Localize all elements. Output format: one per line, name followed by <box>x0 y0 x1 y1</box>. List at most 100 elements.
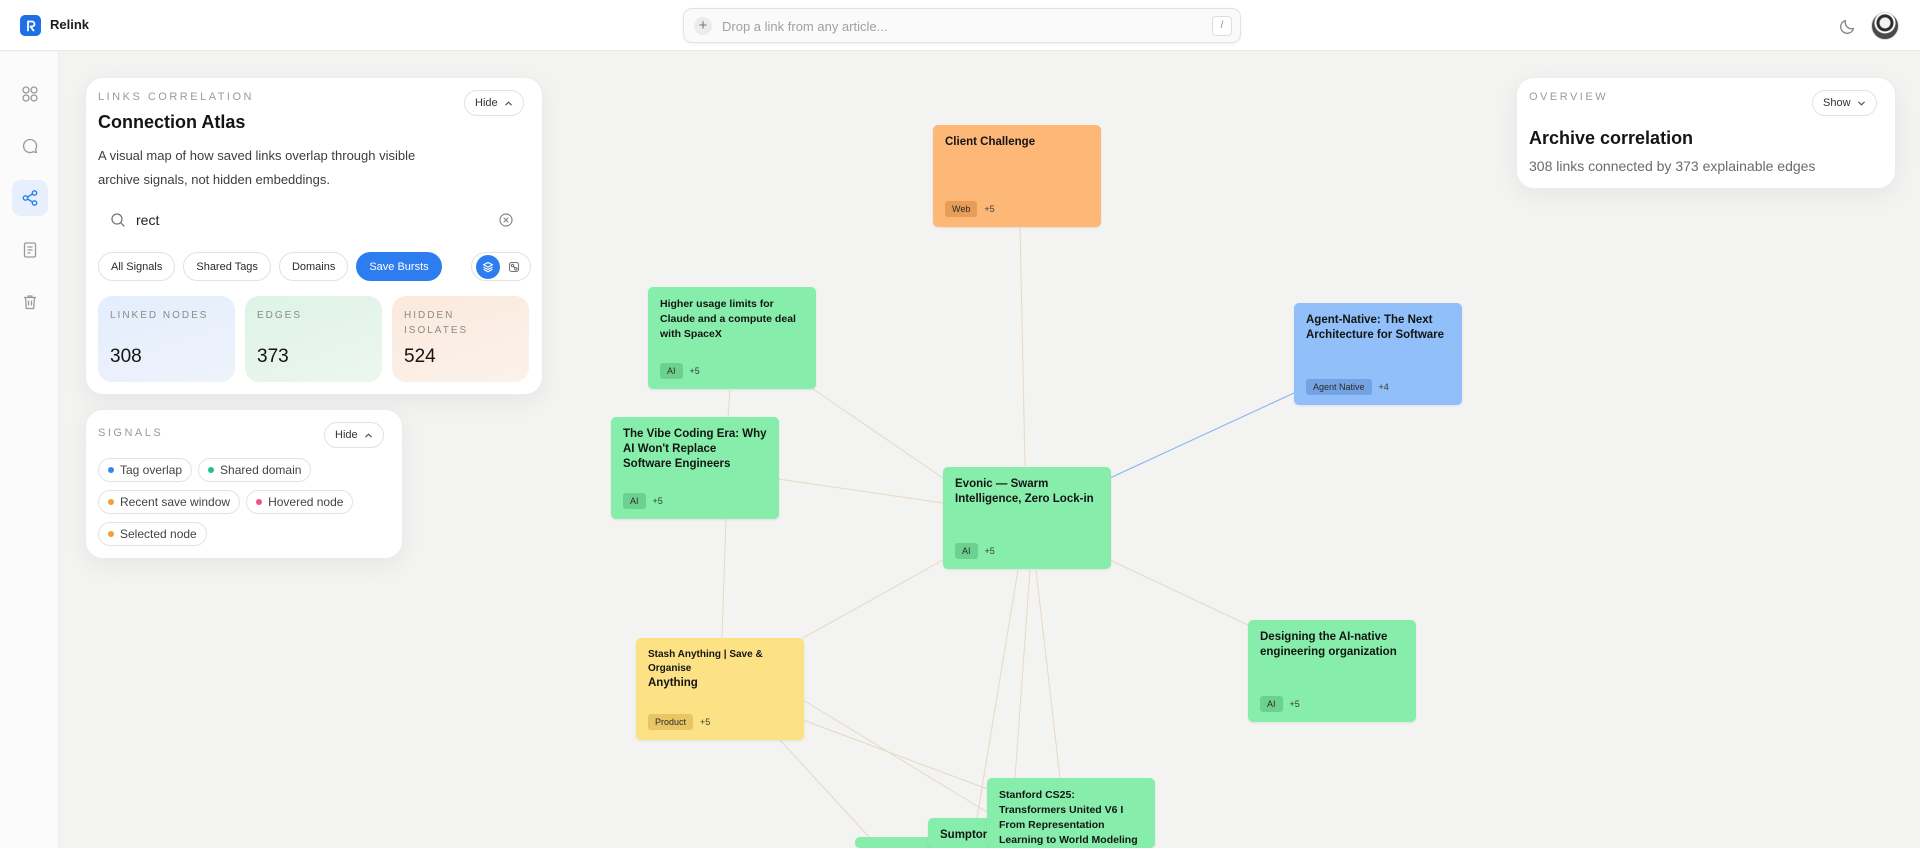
node-more-count: +5 <box>700 717 711 727</box>
stat-linked-nodes: LINKED NODES 308 <box>98 296 235 382</box>
view-mode-toggle <box>471 252 531 281</box>
top-bar: Relink + / <box>0 0 1920 51</box>
signal-selected-node[interactable]: Selected node <box>98 522 207 546</box>
signal-hovered-node[interactable]: Hovered node <box>246 490 354 514</box>
signal-filters: All Signals Shared Tags Domains Save Bur… <box>98 252 442 281</box>
atlas-search[interactable] <box>98 202 526 238</box>
share-graph-icon[interactable] <box>12 180 48 216</box>
hide-signals-button[interactable]: Hide <box>324 422 384 448</box>
signal-dot <box>108 499 114 505</box>
signal-label: Hovered node <box>268 495 344 509</box>
button-label: Hide <box>475 97 498 109</box>
stat-hidden-isolates: HIDDEN ISOLATES 524 <box>392 296 529 382</box>
left-rail <box>0 52 59 848</box>
filter-save-bursts[interactable]: Save Bursts <box>356 252 442 281</box>
trash-icon[interactable] <box>12 284 48 320</box>
node-title: Designing the AI-native engineering orga… <box>1260 631 1397 658</box>
plus-icon[interactable]: + <box>694 17 712 35</box>
signal-label: Shared domain <box>220 463 302 477</box>
signal-dot <box>108 531 114 537</box>
node-tag: AI <box>660 363 683 379</box>
stat-label: HIDDEN ISOLATES <box>404 310 469 336</box>
link-drop-bar[interactable]: + / <box>683 8 1241 43</box>
node-title-small: Stash Anything | Save & Organise <box>648 649 763 674</box>
node-title: The Vibe Coding Era: Why AI Won't Replac… <box>623 428 767 470</box>
node-title: Stanford CS25: Transformers United V6 I … <box>999 789 1138 846</box>
overview-title: Archive correlation <box>1529 128 1694 148</box>
signal-tag-overlap[interactable]: Tag overlap <box>98 458 193 482</box>
overview-subtitle: 308 links connected by 373 explainable e… <box>1529 158 1816 174</box>
notebook-icon[interactable] <box>12 232 48 268</box>
chevron-up-icon <box>504 100 512 105</box>
signal-label: Selected node <box>120 527 197 541</box>
clusters-icon[interactable] <box>502 255 526 279</box>
shortcut-key: / <box>1212 16 1232 36</box>
node-tag: AI <box>1260 696 1283 712</box>
atlas-stats: LINKED NODES 308 EDGES 373 HIDDEN ISOLAT… <box>98 296 529 382</box>
moon-icon[interactable] <box>1838 16 1858 36</box>
signal-dot <box>108 467 114 473</box>
panel-kicker: LINKS CORRELATION <box>98 91 254 103</box>
node-tag: Agent Native <box>1306 379 1372 395</box>
hide-atlas-button[interactable]: Hide <box>464 90 524 116</box>
link-input[interactable] <box>722 16 1182 36</box>
node-title: Evonic — Swarm Intelligence, Zero Lock-i… <box>955 478 1094 505</box>
grid-icon[interactable] <box>12 76 48 112</box>
search-icon <box>111 213 125 227</box>
chat-icon[interactable] <box>12 128 48 164</box>
signal-label: Tag overlap <box>120 463 183 477</box>
graph-node[interactable]: The Vibe Coding Era: Why AI Won't Replac… <box>611 417 779 519</box>
filter-shared-tags[interactable]: Shared Tags <box>183 252 271 281</box>
node-title: Higher usage limits for Claude and a com… <box>660 298 796 340</box>
chevron-down-icon <box>1857 101 1865 106</box>
panel-description: A visual map of how saved links overlap … <box>98 148 416 187</box>
connection-atlas-panel: LINKS CORRELATION Hide Connection Atlas … <box>85 77 543 395</box>
panel-kicker: SIGNALS <box>98 427 164 439</box>
graph-node[interactable]: Stash Anything | Save & Organise Anythin… <box>636 638 804 740</box>
node-more-count: +5 <box>984 546 995 556</box>
graph-node[interactable]: Evonic — Swarm Intelligence, Zero Lock-i… <box>943 467 1111 569</box>
panel-kicker: OVERVIEW <box>1529 91 1609 103</box>
stat-label: LINKED NODES <box>110 310 209 321</box>
chevron-up-icon <box>364 432 372 437</box>
button-label: Hide <box>335 429 358 441</box>
search-input[interactable] <box>136 210 476 230</box>
node-more-count: +5 <box>984 204 995 214</box>
node-more-count: +5 <box>689 366 700 376</box>
relink-logo-icon[interactable] <box>20 15 41 36</box>
button-label: Show <box>1823 97 1851 109</box>
stat-label: EDGES <box>257 310 303 321</box>
stat-value: 373 <box>257 346 289 367</box>
show-overview-button[interactable]: Show <box>1812 90 1877 116</box>
avatar[interactable] <box>1871 12 1899 40</box>
overview-panel: OVERVIEW Show Archive correlation 308 li… <box>1516 77 1896 189</box>
filter-domains[interactable]: Domains <box>278 252 349 281</box>
node-more-count: +4 <box>1378 382 1389 392</box>
node-more-count: +5 <box>1289 699 1300 709</box>
signal-dot <box>256 499 263 505</box>
graph-node[interactable]: Designing the AI-native engineering orga… <box>1248 620 1416 722</box>
node-tag: Web <box>945 201 978 217</box>
signal-legend: Tag overlap Shared domain Recent save wi… <box>98 458 398 546</box>
signal-dot <box>208 467 215 473</box>
filter-all-signals[interactable]: All Signals <box>98 252 176 281</box>
clear-search-icon[interactable] <box>498 212 514 228</box>
signal-recent-save-window[interactable]: Recent save window <box>98 490 241 514</box>
node-title: Client Challenge <box>945 136 1036 148</box>
signals-panel: SIGNALS Hide Tag overlap Shared domain R… <box>85 409 403 559</box>
graph-node[interactable]: Higher usage limits for Claude and a com… <box>648 287 816 389</box>
graph-node[interactable]: Agent-Native: The Next Architecture for … <box>1294 303 1462 405</box>
node-more-count: +5 <box>652 496 663 506</box>
graph-node[interactable]: Stanford CS25: Transformers United V6 I … <box>987 778 1155 848</box>
stat-value: 308 <box>110 346 142 367</box>
node-tag: AI <box>955 543 978 559</box>
stat-edges: EDGES 373 <box>245 296 382 382</box>
node-tag: AI <box>623 493 646 509</box>
graph-node[interactable]: Client Challenge Web +5 <box>933 125 1101 227</box>
stat-value: 524 <box>404 346 436 367</box>
panel-title: Connection Atlas <box>98 112 246 132</box>
node-title: Anything <box>648 677 698 689</box>
layers-icon[interactable] <box>476 254 500 279</box>
signal-shared-domain[interactable]: Shared domain <box>198 458 312 482</box>
node-tag: Product <box>648 714 694 730</box>
